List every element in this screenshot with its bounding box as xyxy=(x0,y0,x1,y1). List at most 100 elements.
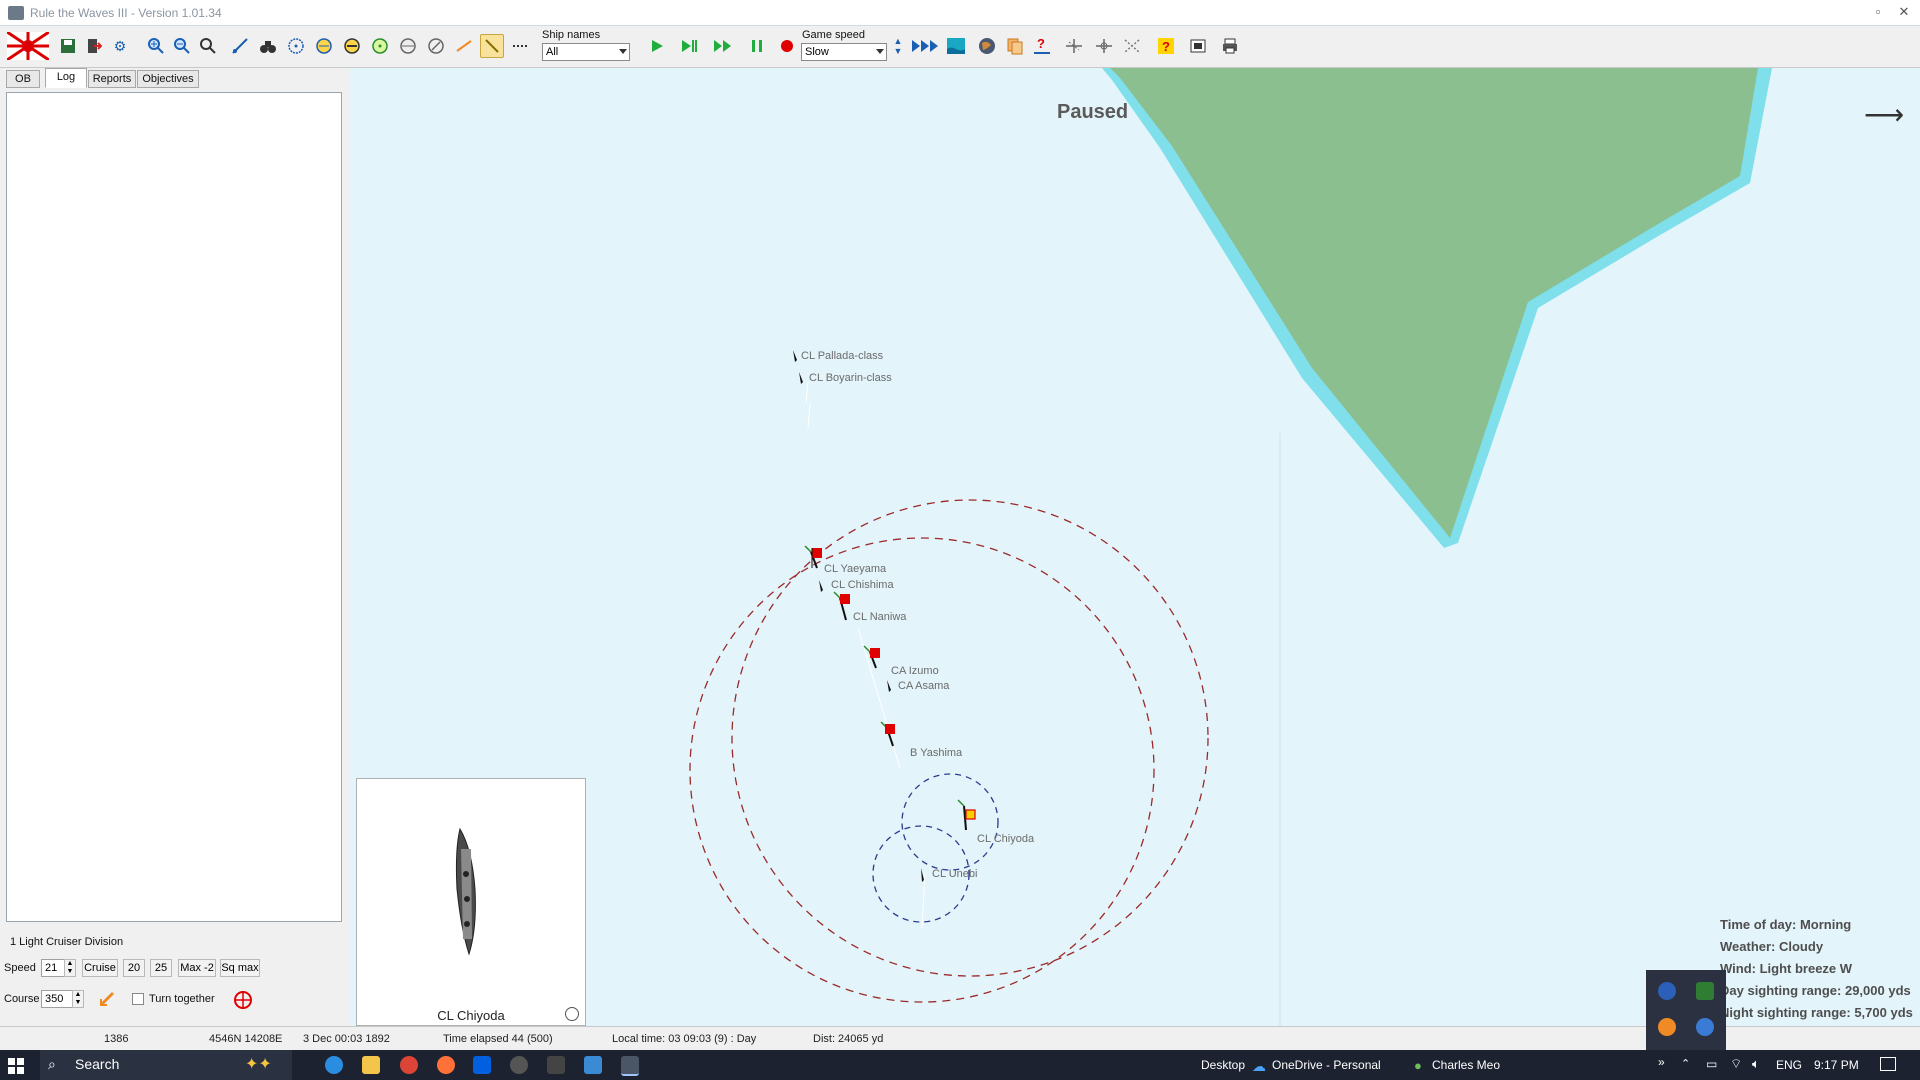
fast-forward-icon[interactable] xyxy=(711,34,735,58)
network-tray-icon[interactable]: ▭ xyxy=(1706,1057,1717,1071)
ship-label-asama[interactable]: CA Asama xyxy=(898,680,949,692)
volume-icon[interactable]: 🔈︎ xyxy=(1752,1056,1760,1072)
firefox-icon[interactable] xyxy=(437,1056,455,1074)
search-box[interactable]: ⌕ Search ✦✦ xyxy=(40,1050,292,1080)
tab-log[interactable]: Log xyxy=(45,68,87,88)
gun-range-icon[interactable] xyxy=(312,34,336,58)
ship-label-pallada[interactable]: CL Pallada-class xyxy=(801,350,883,362)
line-style-icon[interactable] xyxy=(508,34,532,58)
settings-gear-icon[interactable]: ⚙ xyxy=(108,34,132,58)
speed-20-button[interactable]: 20 xyxy=(123,959,145,977)
course-stepper[interactable]: ▲ ▼ xyxy=(72,990,84,1008)
terminal-icon[interactable] xyxy=(547,1056,565,1074)
log-panel[interactable] xyxy=(6,92,342,922)
chrome-icon[interactable] xyxy=(400,1056,418,1074)
notification-icon[interactable] xyxy=(1880,1057,1896,1071)
globe-icon[interactable] xyxy=(975,34,999,58)
wifi-icon[interactable]: ⌔ xyxy=(1730,1056,1742,1072)
tray-app-icon[interactable] xyxy=(1658,982,1676,1000)
help-icon[interactable]: ? xyxy=(1154,34,1178,58)
remote-icon[interactable] xyxy=(584,1056,602,1074)
user-label[interactable]: Charles Meo xyxy=(1432,1058,1500,1072)
aircraft-range-icon[interactable] xyxy=(368,34,392,58)
clock[interactable]: 9:17 PM xyxy=(1814,1058,1859,1072)
store-icon[interactable] xyxy=(473,1056,491,1074)
japan-flag-icon[interactable] xyxy=(6,31,50,61)
status-date: 3 Dec 00:03 1892 xyxy=(303,1033,390,1045)
pause-icon[interactable] xyxy=(745,34,769,58)
chevron-up-icon[interactable]: ⌃ xyxy=(1681,1057,1690,1070)
status-distance: Dist: 24065 yd xyxy=(813,1033,884,1045)
cruise-button[interactable]: Cruise xyxy=(82,959,118,977)
speed-stepper[interactable]: ▲ ▼ xyxy=(889,32,907,60)
exit-icon[interactable] xyxy=(82,34,106,58)
file-explorer-icon[interactable] xyxy=(362,1056,380,1074)
target-crosshair-icon[interactable] xyxy=(233,990,253,1010)
navigate-icon[interactable] xyxy=(424,34,448,58)
course-input[interactable]: 350 xyxy=(41,990,75,1008)
tab-ob[interactable]: OB xyxy=(6,70,40,88)
scatter-icon[interactable] xyxy=(1120,34,1144,58)
tab-objectives[interactable]: Objectives xyxy=(137,70,199,88)
ship-profile-image xyxy=(455,827,493,999)
avast-icon[interactable] xyxy=(1658,1018,1676,1036)
copilot-icon[interactable] xyxy=(325,1056,343,1074)
help-ship-icon[interactable]: ? xyxy=(1030,34,1054,58)
close-button[interactable]: ✕ xyxy=(1896,4,1912,20)
restore-button[interactable]: ▫ xyxy=(1870,4,1886,20)
track-icon[interactable] xyxy=(452,34,476,58)
max-minus-2-button[interactable]: Max -2 xyxy=(178,959,216,977)
game-speed-select[interactable]: Slow xyxy=(801,43,887,61)
overflow-icon[interactable]: » xyxy=(1658,1055,1665,1069)
torpedo-range-icon[interactable] xyxy=(340,34,364,58)
record-icon[interactable] xyxy=(775,34,799,58)
save-icon[interactable] xyxy=(56,34,80,58)
track-line-icon[interactable] xyxy=(480,34,504,58)
ship-label-naniwa[interactable]: CL Naniwa xyxy=(853,611,906,623)
step-play-icon[interactable] xyxy=(677,34,701,58)
ship-label-yaeyama[interactable]: CL Yaeyama xyxy=(824,563,886,575)
onedrive-label[interactable]: OneDrive - Personal xyxy=(1272,1058,1381,1072)
ship-label-chiyoda[interactable]: CL Chiyoda xyxy=(977,833,1034,845)
windows-start-icon[interactable] xyxy=(8,1058,24,1074)
ship-label-unebi[interactable]: CL Unebi xyxy=(932,868,977,880)
print-icon[interactable] xyxy=(1218,34,1242,58)
zoom-fit-icon[interactable] xyxy=(196,34,220,58)
shield-icon[interactable] xyxy=(1696,982,1714,1000)
reports-stack-icon[interactable] xyxy=(1003,34,1027,58)
ship-label-chishima[interactable]: CL Chishima xyxy=(831,579,894,591)
helm-icon[interactable] xyxy=(98,990,116,1008)
speed-25-button[interactable]: 25 xyxy=(150,959,172,977)
fastest-forward-icon[interactable] xyxy=(910,34,942,58)
tray-sync-icon[interactable] xyxy=(1696,1018,1714,1036)
app-icon[interactable] xyxy=(510,1056,528,1074)
compass-icon[interactable] xyxy=(396,34,420,58)
zoom-out-icon[interactable] xyxy=(170,34,194,58)
binoculars-icon[interactable] xyxy=(256,34,280,58)
sq-max-button[interactable]: Sq max xyxy=(220,959,260,977)
language-indicator[interactable]: ENG xyxy=(1776,1058,1802,1072)
ship-names-select[interactable]: All xyxy=(542,43,630,61)
range-circle-outer xyxy=(731,499,1209,977)
desktop-label[interactable]: Desktop xyxy=(1201,1058,1245,1072)
speed-stepper[interactable]: ▲ ▼ xyxy=(64,959,76,977)
arrow-right-icon[interactable]: ⟶ xyxy=(1864,98,1904,131)
ship-label-boyarin[interactable]: CL Boyarin-class xyxy=(809,372,892,384)
turn-together-checkbox[interactable] xyxy=(132,993,144,1005)
ship-label-izumo[interactable]: CA Izumo xyxy=(891,665,939,677)
range-circle-icon[interactable] xyxy=(284,34,308,58)
cloud-icon: ☁ xyxy=(1252,1058,1266,1074)
formation-icon[interactable] xyxy=(1062,34,1086,58)
zoom-in-icon[interactable] xyxy=(144,34,168,58)
ship-label-yashima[interactable]: B Yashima xyxy=(910,747,962,759)
play-icon[interactable] xyxy=(645,34,669,58)
formation-spread-icon[interactable] xyxy=(1092,34,1116,58)
screenshot-icon[interactable] xyxy=(1186,34,1210,58)
rule-the-waves-taskbar-icon[interactable] xyxy=(621,1056,639,1076)
ship-view-panel: CL Chiyoda xyxy=(356,778,586,1026)
lock-icon[interactable] xyxy=(565,1007,579,1021)
measure-icon[interactable] xyxy=(228,34,252,58)
sea-view-icon[interactable] xyxy=(944,34,968,58)
tab-reports[interactable]: Reports xyxy=(88,70,136,88)
search-text: Search xyxy=(75,1056,120,1072)
